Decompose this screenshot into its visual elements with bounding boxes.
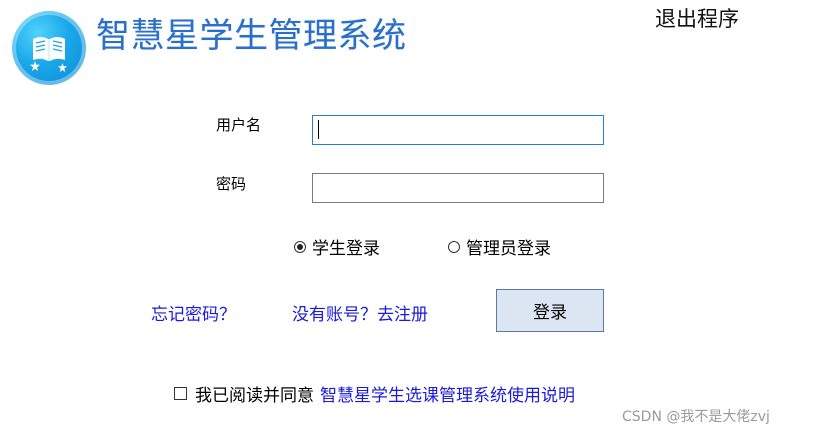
password-input[interactable]: [312, 173, 604, 203]
text-caret: [318, 120, 319, 139]
forgot-password-link[interactable]: 忘记密码？: [151, 300, 236, 325]
csdn-watermark: CSDN @我不是大佬zvj: [622, 409, 770, 425]
admin-login-radio[interactable]: 管理员登录: [448, 234, 551, 259]
radio-unchecked-icon: [448, 240, 460, 253]
student-login-radio[interactable]: 学生登录: [294, 234, 380, 259]
star-icon: [58, 63, 67, 72]
exit-button[interactable]: 退出程序: [655, 6, 739, 32]
app-logo: [12, 11, 86, 85]
agreement-row: 我已阅读并同意 智慧星学生选课管理系统使用说明: [174, 381, 575, 406]
student-login-label: 学生登录: [312, 239, 380, 259]
usage-instructions-link[interactable]: 智慧星学生选课管理系统使用说明: [320, 381, 575, 406]
app-title: 智慧星学生管理系统: [96, 16, 407, 56]
username-label: 用户名: [216, 116, 262, 134]
register-link[interactable]: 没有账号？去注册: [292, 300, 428, 325]
agreement-checkbox[interactable]: [174, 387, 187, 400]
radio-checked-icon: [294, 240, 306, 253]
username-input[interactable]: [312, 115, 604, 145]
star-icon: [30, 61, 40, 71]
agreement-prefix: 我已阅读并同意: [195, 386, 314, 406]
login-button[interactable]: 登录: [496, 289, 604, 332]
password-label: 密码: [216, 175, 247, 193]
admin-login-label: 管理员登录: [466, 239, 551, 259]
